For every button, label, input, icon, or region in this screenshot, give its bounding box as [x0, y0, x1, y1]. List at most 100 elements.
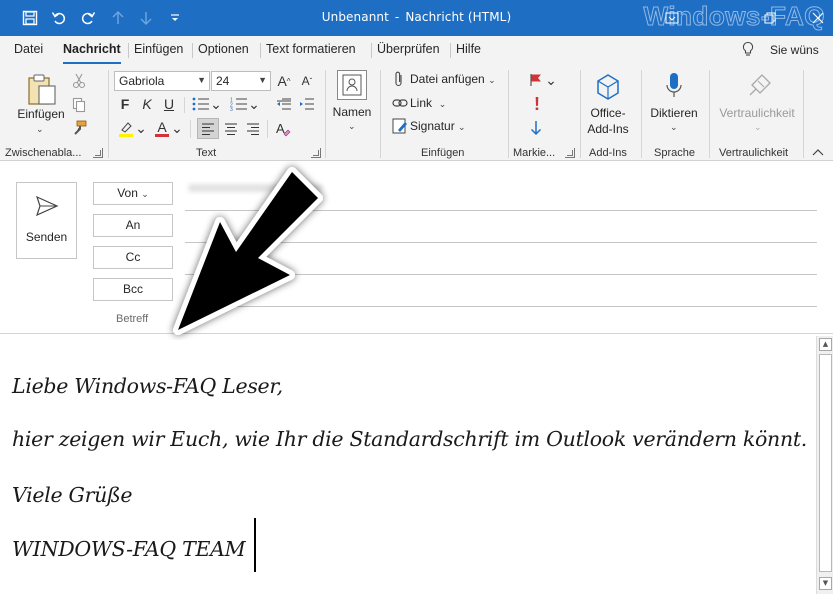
clipboard-launcher-icon[interactable]	[93, 148, 103, 158]
grow-font-icon[interactable]: A ^	[274, 71, 294, 91]
names-button[interactable]: Namen	[331, 105, 373, 119]
to-field[interactable]	[185, 242, 817, 243]
flag-icon[interactable]	[528, 71, 544, 89]
window-title-doc: Unbenannt	[321, 10, 389, 24]
font-name-combo[interactable]: Gabriola ▼	[114, 71, 210, 91]
bcc-button[interactable]: Bcc	[93, 278, 173, 301]
increase-indent-icon[interactable]	[297, 95, 317, 113]
text-launcher-icon[interactable]	[311, 148, 321, 158]
dictate-button[interactable]: Diktieren	[648, 106, 700, 120]
tab-text-formatieren[interactable]: Text formatieren	[266, 42, 356, 56]
microphone-icon[interactable]	[662, 70, 686, 102]
svg-text:A: A	[276, 121, 285, 136]
chevron-down-icon[interactable]: ⌄	[171, 120, 183, 136]
subject-label: Betreff	[116, 313, 149, 325]
tab-separator	[192, 43, 193, 58]
collapse-ribbon-icon[interactable]	[810, 146, 826, 158]
body-line-text: hier zeigen wir Euch, wie Ihr die Standa…	[12, 427, 808, 451]
chevron-down-icon[interactable]: ⌄	[248, 96, 260, 112]
tell-me-search[interactable]: Sie wüns	[770, 43, 819, 57]
tab-nachricht[interactable]: Nachricht	[63, 42, 121, 65]
chevron-down-icon[interactable]: ⌄	[135, 120, 147, 136]
signature-button[interactable]: Signatur ⌄	[410, 119, 466, 133]
sensitivity-button[interactable]: Vertraulichkeit	[714, 106, 800, 120]
message-body[interactable]: Liebe Windows-FAQ Leser, hier zeigen wir…	[0, 334, 816, 594]
tab-hilfe[interactable]: Hilfe	[456, 42, 481, 56]
send-button[interactable]: Senden	[16, 182, 77, 259]
group-separator	[803, 70, 804, 158]
tab-separator	[128, 43, 129, 58]
signature-label: Signatur	[410, 119, 455, 133]
attach-file-button[interactable]: Datei anfügen ⌄	[410, 72, 496, 86]
chevron-down-icon[interactable]: ⌄	[348, 121, 356, 132]
chevron-down-icon[interactable]: ⌄	[210, 96, 222, 112]
office-addins-button-line1[interactable]: Office-	[584, 106, 632, 120]
bullets-icon[interactable]	[190, 95, 212, 113]
high-importance-icon[interactable]: !	[530, 94, 544, 114]
clear-formatting-icon[interactable]: A	[273, 118, 293, 139]
decrease-indent-icon[interactable]	[274, 95, 294, 113]
tab-einfuegen[interactable]: Einfügen	[134, 42, 183, 56]
tab-separator	[450, 43, 451, 58]
compose-header: Senden Von ⌄ An Cc Bcc Betreff	[0, 162, 833, 334]
body-line-closing: Viele Grüße	[12, 483, 133, 507]
font-color-icon[interactable]: A	[152, 119, 172, 139]
signature-icon[interactable]	[392, 117, 408, 135]
copy-icon[interactable]	[70, 96, 88, 114]
font-size-combo[interactable]: 24 ▼	[211, 71, 271, 91]
chevron-down-icon[interactable]: ▼	[258, 75, 267, 85]
from-button[interactable]: Von ⌄	[93, 182, 173, 205]
scroll-down-icon[interactable]: ▼	[819, 577, 832, 590]
cut-icon[interactable]	[70, 72, 88, 90]
shrink-font-glyph: A	[301, 74, 310, 88]
to-button[interactable]: An	[93, 214, 173, 237]
cc-button[interactable]: Cc	[93, 246, 173, 269]
svg-text:3: 3	[230, 107, 233, 111]
group-separator	[641, 70, 642, 158]
paste-dropdown-icon[interactable]: ⌄	[36, 124, 44, 135]
align-right-icon[interactable]	[243, 118, 263, 139]
ribbon-display-icon[interactable]	[662, 8, 682, 28]
divider	[267, 120, 268, 138]
shrink-font-icon[interactable]: Aˇ	[297, 71, 317, 91]
bold-button[interactable]: F	[116, 95, 134, 113]
tab-ueberpruefen[interactable]: Überprüfen	[377, 42, 440, 56]
underline-button[interactable]: U	[160, 95, 178, 113]
chevron-down-icon[interactable]: ⌄	[754, 122, 762, 133]
tab-optionen[interactable]: Optionen	[198, 42, 249, 56]
paste-button[interactable]: Einfügen	[16, 107, 66, 121]
numbering-icon[interactable]: 123	[228, 95, 250, 113]
restore-icon[interactable]	[760, 8, 780, 28]
low-importance-icon[interactable]	[528, 118, 544, 138]
ribbon-tabs: Datei Nachricht Einfügen Optionen Text f…	[0, 36, 833, 65]
group-label-tags: Markie...	[513, 147, 556, 159]
scroll-thumb[interactable]	[819, 354, 832, 572]
sensitivity-icon[interactable]	[745, 70, 773, 100]
tags-launcher-icon[interactable]	[565, 148, 575, 158]
format-painter-icon[interactable]	[70, 119, 88, 137]
chevron-down-icon[interactable]: ⌄	[670, 122, 678, 133]
tab-datei[interactable]: Datei	[14, 42, 43, 56]
cc-field[interactable]	[185, 274, 817, 275]
link-icon[interactable]	[392, 94, 408, 112]
align-center-icon[interactable]	[221, 118, 241, 139]
chevron-down-icon[interactable]: ▼	[197, 75, 206, 85]
close-icon[interactable]	[808, 8, 828, 28]
paste-icon[interactable]	[24, 71, 60, 107]
link-label: Link	[410, 96, 433, 110]
office-addins-button-line2[interactable]: Add-Ins	[584, 122, 632, 136]
window-title-sep: -	[394, 10, 400, 24]
chevron-down-icon[interactable]: ⌄	[545, 72, 557, 88]
address-book-icon[interactable]	[337, 70, 367, 100]
link-button[interactable]: Link ⌄	[410, 96, 446, 110]
align-left-icon[interactable]	[197, 118, 219, 139]
bcc-field[interactable]	[185, 306, 817, 307]
lightbulb-icon[interactable]	[741, 41, 755, 61]
body-scrollbar[interactable]: ▲ ▼	[816, 336, 833, 594]
office-addins-icon[interactable]	[593, 72, 623, 102]
attach-icon[interactable]	[392, 70, 406, 88]
italic-button[interactable]: K	[138, 95, 156, 113]
scroll-up-icon[interactable]: ▲	[819, 338, 832, 351]
highlight-icon[interactable]	[116, 119, 136, 139]
divider	[190, 120, 191, 138]
